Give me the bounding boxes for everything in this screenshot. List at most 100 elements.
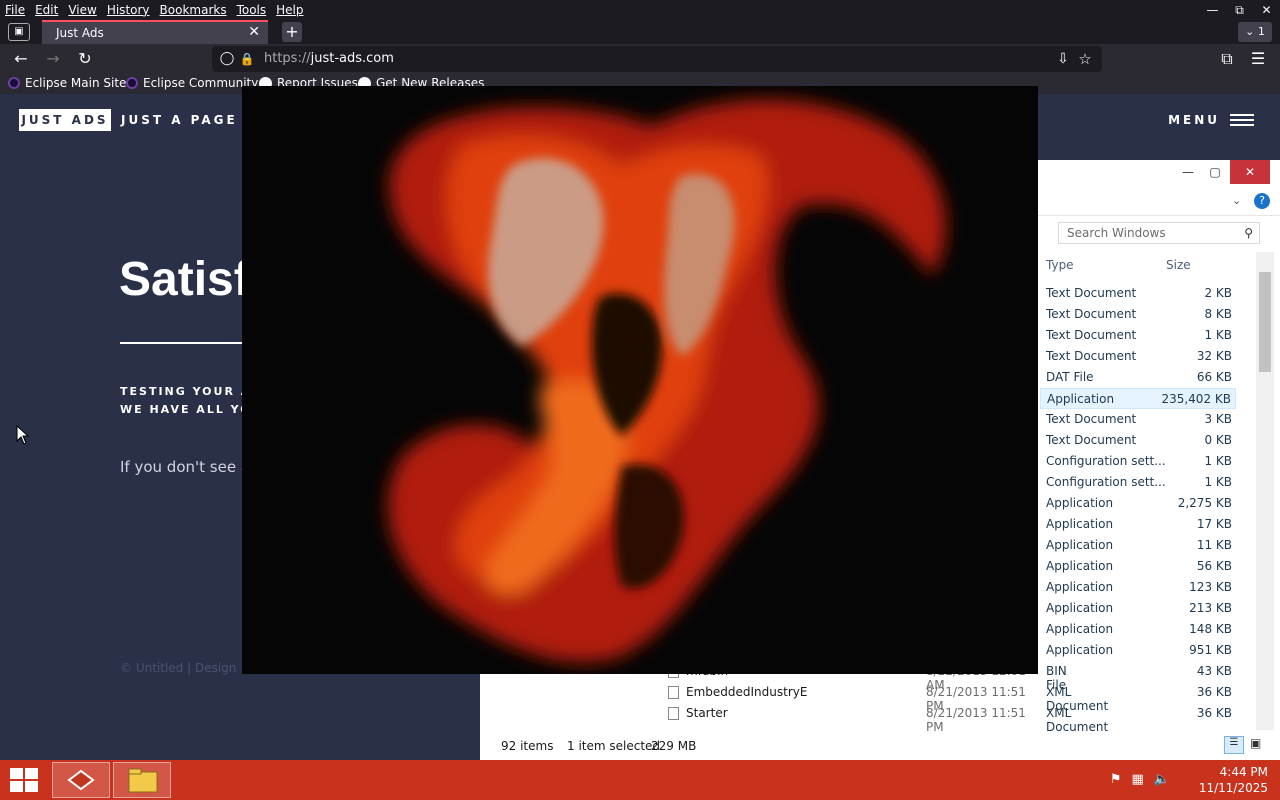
- taskbar-browser-app[interactable]: [52, 762, 110, 798]
- file-row[interactable]: Configuration sett... 1 KB: [1040, 472, 1236, 493]
- large-icons-view-icon[interactable]: ▣: [1250, 736, 1266, 752]
- bookmark-eclipse-community[interactable]: Eclipse Community: [126, 74, 258, 92]
- file-row[interactable]: Application 2,275 KB: [1040, 493, 1236, 514]
- hamburger-icon: [1230, 114, 1254, 126]
- volume-icon[interactable]: 🔈: [1154, 772, 1170, 787]
- tab-count: 1: [1257, 25, 1265, 38]
- file-type: Text Document: [1046, 328, 1137, 342]
- file-row[interactable]: Text Document 2 KB: [1040, 283, 1236, 304]
- help-icon[interactable]: ?: [1254, 193, 1270, 209]
- bookmark-star-icon[interactable]: ☆: [1074, 48, 1096, 70]
- file-row[interactable]: Text Document 32 KB: [1040, 346, 1236, 367]
- shield-icon[interactable]: ◯: [216, 48, 238, 70]
- tab-just-ads[interactable]: Just Ads ✕: [42, 20, 268, 44]
- column-size[interactable]: Size: [1166, 258, 1191, 272]
- explorer-scrollbar[interactable]: [1256, 252, 1274, 730]
- file-row[interactable]: Application 951 KB: [1040, 640, 1236, 661]
- page-footer: © Untitled | Design: [120, 661, 237, 675]
- menu-view[interactable]: View: [63, 0, 101, 20]
- video-overlay[interactable]: [242, 86, 1038, 674]
- file-row[interactable]: Application 11 KB: [1040, 535, 1236, 556]
- menu-tools[interactable]: Tools: [232, 0, 272, 20]
- file-type: Application: [1046, 538, 1114, 552]
- ribbon-expand-icon[interactable]: ⌄: [1232, 194, 1241, 207]
- site-logo[interactable]: JUST ADS: [19, 109, 111, 131]
- file-row[interactable]: Configuration sett... 1 KB: [1040, 451, 1236, 472]
- explorer-search-input[interactable]: Search Windows ⚲: [1058, 222, 1260, 244]
- minimize-icon[interactable]: —: [1199, 0, 1226, 20]
- browser-app-icon: [67, 769, 95, 791]
- flag-icon[interactable]: ⚑: [1110, 772, 1122, 787]
- file-name: Starter: [686, 706, 728, 720]
- file-size: 213 KB: [1189, 601, 1232, 615]
- file-row[interactable]: Text Document 8 KB: [1040, 304, 1236, 325]
- file-row-named[interactable]: EmbeddedIndustryE 8/21/2013 11:51 PM XML D…: [480, 682, 1232, 713]
- menu-bookmarks[interactable]: Bookmarks: [155, 0, 232, 20]
- file-row[interactable]: Text Document 0 KB: [1040, 430, 1236, 451]
- file-size: 17 KB: [1196, 517, 1232, 531]
- save-to-pocket-icon[interactable]: ⇩: [1052, 48, 1074, 70]
- url-bar[interactable]: ◯ 🔒 https://just-ads.com ⇩ ☆: [212, 46, 1102, 72]
- file-size: 1 KB: [1204, 328, 1232, 342]
- status-selection: 1 item selected: [567, 739, 661, 753]
- tab-close-icon[interactable]: ✕: [248, 24, 260, 40]
- file-size: 2 KB: [1204, 286, 1232, 300]
- back-icon[interactable]: ←: [10, 48, 32, 70]
- tab-list-icon[interactable]: ▣: [8, 23, 30, 41]
- bookmark-eclipse-main[interactable]: Eclipse Main Site: [8, 74, 126, 92]
- file-size: 43 KB: [1196, 664, 1232, 678]
- file-row[interactable]: Application 123 KB: [1040, 577, 1236, 598]
- menu-edit[interactable]: Edit: [30, 0, 63, 20]
- reload-icon[interactable]: ↻: [74, 48, 96, 70]
- file-type: Application: [1046, 580, 1114, 594]
- column-type[interactable]: Type: [1046, 258, 1074, 272]
- forward-icon[interactable]: →: [42, 48, 64, 70]
- file-type: Configuration sett...: [1046, 454, 1166, 468]
- restore-icon[interactable]: ⧉: [1226, 0, 1253, 20]
- file-size: 3 KB: [1204, 412, 1232, 426]
- file-type: Text Document: [1046, 433, 1137, 447]
- hamburger-menu-icon[interactable]: ☰: [1247, 48, 1269, 70]
- file-row[interactable]: Application 56 KB: [1040, 556, 1236, 577]
- file-type: Configuration sett...: [1046, 475, 1166, 489]
- explorer-maximize-icon[interactable]: ▢: [1200, 160, 1230, 184]
- file-row[interactable]: Text Document 3 KB: [1040, 409, 1236, 430]
- file-row[interactable]: Text Document 1 KB: [1040, 325, 1236, 346]
- close-icon[interactable]: ✕: [1253, 0, 1280, 20]
- menu-file[interactable]: File: [0, 0, 30, 20]
- file-type: Text Document: [1046, 349, 1137, 363]
- file-row[interactable]: Application 17 KB: [1040, 514, 1236, 535]
- file-row[interactable]: Application 235,402 KB: [1040, 388, 1236, 409]
- file-type: Text Document: [1046, 307, 1137, 321]
- site-menu-button[interactable]: MENU: [1168, 109, 1254, 131]
- document-icon: [668, 707, 679, 720]
- file-row[interactable]: DAT File 66 KB: [1040, 367, 1236, 388]
- explorer-close-icon[interactable]: ✕: [1230, 160, 1270, 184]
- file-size: 123 KB: [1189, 580, 1232, 594]
- details-view-icon[interactable]: ☰: [1224, 736, 1244, 754]
- new-tab-icon[interactable]: +: [282, 22, 302, 42]
- network-icon[interactable]: ▦: [1132, 772, 1144, 787]
- file-row-named[interactable]: Starter 8/21/2013 11:51 PM XML Document 36 …: [480, 703, 1232, 734]
- file-type: Text Document: [1046, 286, 1137, 300]
- scrollbar-thumb[interactable]: [1259, 272, 1271, 372]
- taskbar: ⚑ ▦ 🔈 4:44 PM 11/11/2025: [0, 760, 1280, 800]
- file-name: EmbeddedIndustryE: [686, 685, 808, 699]
- extensions-icon[interactable]: ⧉: [1216, 48, 1238, 70]
- taskbar-file-explorer[interactable]: [113, 762, 171, 798]
- file-date: 8/21/2013 11:51 PM: [926, 706, 1026, 734]
- taskbar-clock[interactable]: 4:44 PM 11/11/2025: [1199, 764, 1268, 796]
- tab-overflow-button[interactable]: ⌄ 1: [1238, 22, 1272, 42]
- lock-icon[interactable]: 🔒: [236, 48, 258, 70]
- menu-help[interactable]: Help: [271, 0, 308, 20]
- tab-title: Just Ads: [56, 26, 104, 40]
- search-icon: ⚲: [1244, 226, 1253, 240]
- menu-history[interactable]: History: [102, 0, 155, 20]
- start-button[interactable]: [8, 768, 40, 794]
- file-row[interactable]: Application 148 KB: [1040, 619, 1236, 640]
- eclipse-icon: [126, 77, 138, 89]
- system-tray: ⚑ ▦ 🔈: [1110, 772, 1170, 787]
- file-row[interactable]: Application 213 KB: [1040, 598, 1236, 619]
- file-type: Application: [1046, 559, 1114, 573]
- explorer-minimize-icon[interactable]: —: [1173, 160, 1203, 184]
